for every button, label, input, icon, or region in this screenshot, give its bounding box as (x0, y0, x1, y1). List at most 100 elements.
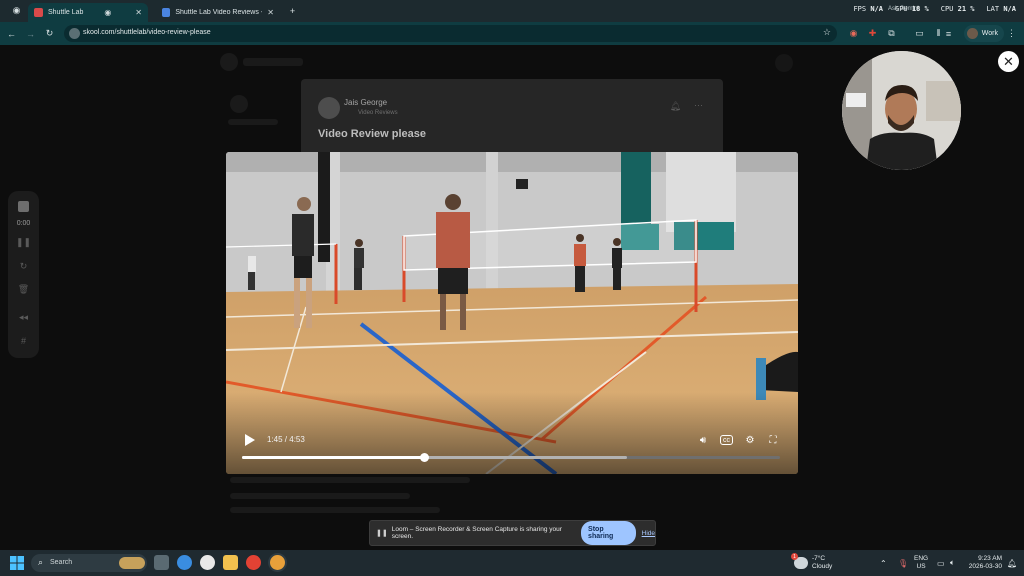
weather-badge: 1 (791, 553, 798, 560)
task-view-icon[interactable] (154, 555, 169, 570)
windows-start-icon[interactable] (10, 556, 24, 570)
stat-fps: FPS N/A (853, 5, 883, 13)
extension-red-icon[interactable]: ✚ (866, 27, 879, 40)
comment-line (230, 477, 470, 483)
profile-avatar (966, 28, 978, 39)
chrome-icon[interactable] (246, 555, 261, 570)
chrome-alt-icon[interactable] (200, 555, 215, 570)
search-placeholder: Search (50, 559, 73, 566)
comment-line (230, 493, 410, 499)
community-logo (220, 53, 238, 71)
clock-date: 2026-03-30 (968, 563, 1002, 570)
community-name-placeholder (243, 58, 303, 66)
firefox-icon[interactable] (270, 555, 285, 570)
post-category: Video Reviews (358, 110, 398, 116)
cloud-icon: 1 (791, 553, 808, 569)
stop-sharing-button[interactable]: Stop sharing (581, 521, 636, 545)
settings-gear-icon[interactable]: ⚙ (743, 433, 757, 447)
webcam-bubble[interactable] (842, 51, 961, 170)
notifications-icon[interactable]: 🔔︎ (1007, 550, 1017, 576)
search-highlight-icon (119, 557, 145, 569)
docs-favicon-icon (162, 8, 171, 17)
recording-dot-icon: ◉ (104, 8, 112, 17)
comment-line (230, 507, 440, 513)
skool-favicon-icon (34, 8, 43, 17)
seek-bar[interactable] (242, 453, 780, 462)
more-icon[interactable]: ⋯ (694, 100, 703, 111)
extension-loom-icon[interactable]: ◉ (847, 27, 860, 40)
extensions-puzzle-icon[interactable]: ⧉ (885, 27, 898, 40)
close-tab-icon[interactable]: ✕ (135, 8, 142, 17)
tab-video-reviews[interactable]: Shuttle Lab Video Reviews - Go ✕ (156, 3, 280, 22)
tab-strip: ◉ Shuttle Lab ◉ ✕ Shuttle Lab Video Revi… (0, 0, 1024, 22)
author-avatar (318, 97, 340, 119)
fullscreen-icon[interactable]: ⛶ (766, 433, 780, 447)
video-time: 1:45 / 4:53 (267, 435, 305, 444)
search-icon: ⌕ (38, 557, 44, 567)
url-text: skool.com/shuttlelab/video-review-please (83, 29, 211, 36)
played-range (242, 456, 425, 459)
sidebar-avatar (230, 95, 248, 113)
reading-list-icon[interactable]: ≡ (942, 27, 955, 40)
close-modal-button[interactable]: ✕ (998, 51, 1019, 72)
browser-toolbar: ← → ↻ skool.com/shuttlelab/video-review-… (0, 22, 1024, 45)
webcam-feed (842, 51, 961, 170)
weather-widget[interactable]: 1 -7°C Cloudy (791, 550, 833, 576)
stat-lat: LAT N/A (986, 5, 1016, 13)
reload-icon[interactable]: ↻ (43, 27, 56, 40)
post-author: Jais George (344, 98, 388, 107)
menu-kebab-icon[interactable]: ⋮ (1005, 27, 1018, 40)
loom-control-bar: 0:00 ❚❚ ↻ 🗑︎ ◂◂ # (8, 191, 39, 358)
tray-overflow-icon[interactable]: ⌃ (880, 550, 887, 576)
play-icon[interactable] (244, 433, 256, 447)
bookmark-star-icon[interactable]: ☆ (823, 27, 831, 38)
video-frame (226, 152, 798, 474)
tab-label: Shuttle Lab Video Reviews - Go (175, 9, 262, 16)
stat-cpu: CPU 21 % (940, 5, 975, 13)
bell-icon[interactable]: 🔔︎ (670, 101, 681, 112)
tab-shuttle-lab[interactable]: Shuttle Lab ◉ ✕ (28, 3, 148, 22)
volume-icon[interactable]: 🔊︎ (696, 433, 710, 447)
cast-icon[interactable]: ▭ (913, 27, 926, 40)
network-icon[interactable]: ▭ (937, 550, 945, 576)
forward-icon[interactable]: → (24, 27, 37, 40)
video-player[interactable]: 1:45 / 4:53 🔊︎ cc ⚙ ⛶ (226, 152, 798, 474)
recording-timer: 0:00 (16, 220, 31, 227)
trash-icon[interactable]: 🗑︎ (8, 284, 39, 295)
language-indicator[interactable]: ENG US (914, 550, 928, 576)
microphone-icon[interactable]: 🎙︎ (898, 550, 908, 576)
address-bar[interactable]: skool.com/shuttlelab/video-review-please… (64, 25, 837, 42)
mute-mic-icon[interactable]: ◂◂ (8, 312, 39, 323)
captions-icon[interactable]: cc (720, 435, 733, 445)
share-banner-text: Loom – Screen Recorder & Screen Capture … (391, 526, 562, 540)
restart-icon[interactable]: ↻ (8, 261, 39, 272)
weather-temp: -7°C (812, 555, 826, 562)
clock-time: 9:23 AM (978, 555, 1002, 562)
weather-desc: Cloudy (812, 563, 833, 570)
user-avatar (775, 54, 793, 72)
perf-overlay: FPS N/A GPU 18 % CPU 21 % LAT N/A (853, 5, 1016, 13)
site-info-icon[interactable] (69, 28, 80, 39)
clock[interactable]: 9:23 AM 2026-03-30 (966, 550, 1002, 576)
windows-taskbar: ⌕ Search 1 -7°C Cloudy ⌃ 🎙︎ ENG US ▭ 🔈︎ 9… (0, 550, 1024, 576)
hide-banner-link[interactable]: Hide (642, 530, 655, 537)
back-icon[interactable]: ← (5, 27, 18, 40)
grid-icon[interactable]: # (8, 336, 39, 346)
stop-recording-button[interactable] (18, 201, 29, 212)
tab-label: Shuttle Lab (48, 9, 84, 16)
new-tab-icon[interactable]: + (286, 4, 299, 17)
copilot-icon[interactable] (177, 555, 192, 570)
pause-icon[interactable]: ❚❚ (8, 237, 39, 248)
taskbar-search[interactable]: ⌕ Search (31, 554, 147, 572)
profile-button[interactable]: Work (963, 25, 1004, 42)
sidebar-line (228, 119, 278, 125)
speaker-icon[interactable]: 🔈︎ (950, 550, 955, 576)
file-explorer-icon[interactable] (223, 555, 238, 570)
screen-share-banner: ❚❚ Loom – Screen Recorder & Screen Captu… (369, 520, 656, 546)
drag-handle-icon[interactable]: ❚❚ (376, 529, 388, 537)
close-tab-icon[interactable]: ✕ (267, 8, 274, 17)
tab-search-icon[interactable]: ◉ (10, 4, 23, 17)
profile-label: Work (981, 30, 998, 37)
post-title: Video Review please (318, 128, 427, 140)
stat-gpu: GPU 18 % (895, 5, 929, 13)
